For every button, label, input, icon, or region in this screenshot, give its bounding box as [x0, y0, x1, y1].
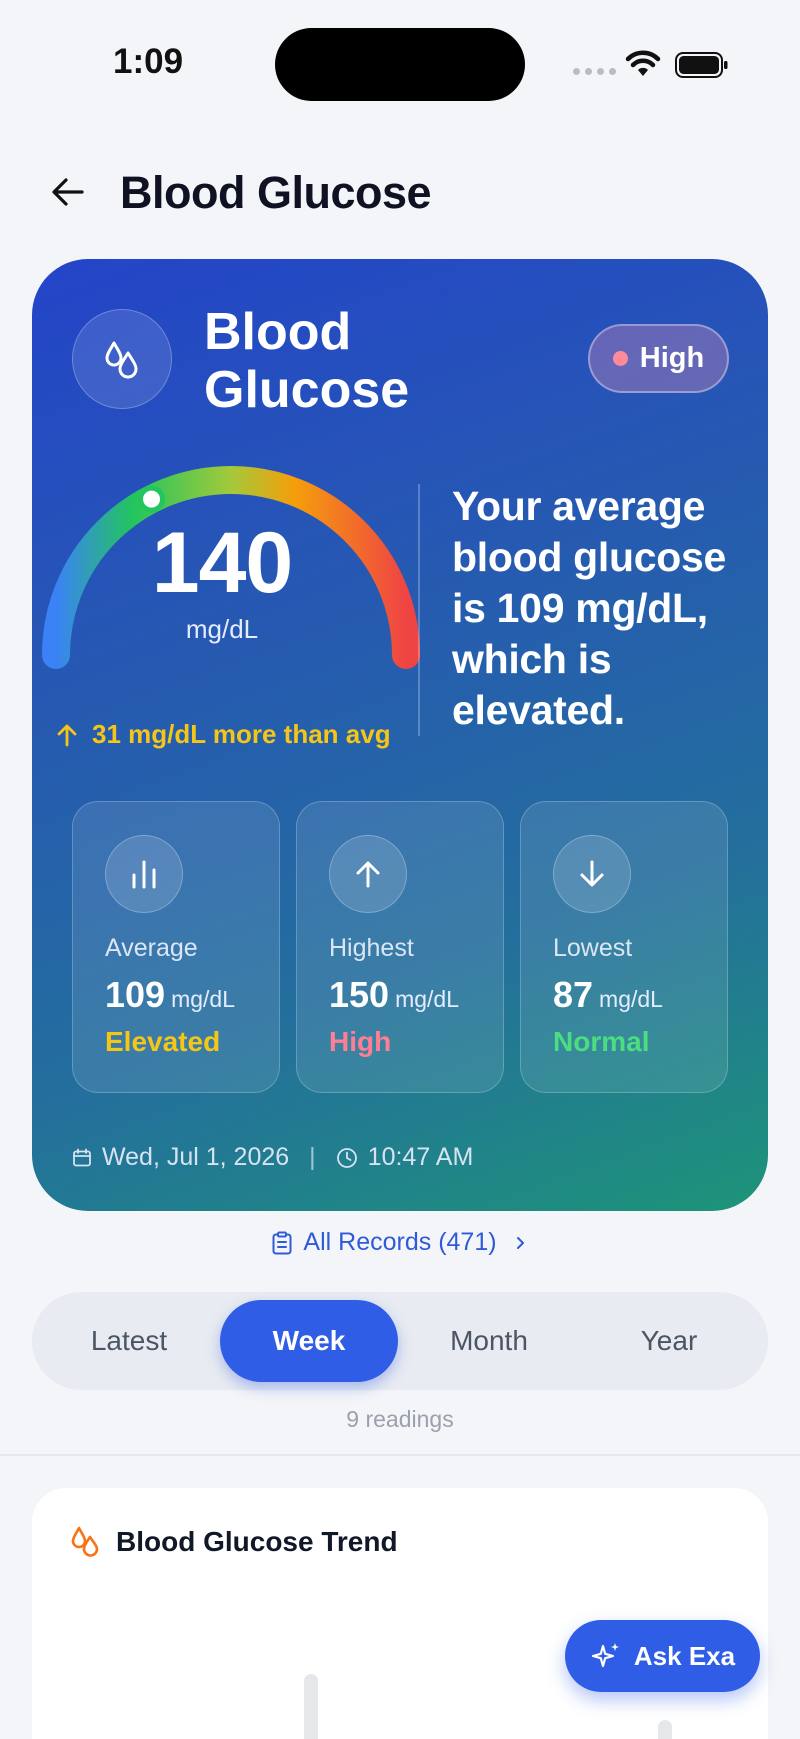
- stat-card-highest: Highest 150 mg/dL High: [296, 801, 504, 1093]
- current-glucose-value: 140: [151, 515, 294, 611]
- divider: [418, 484, 420, 736]
- arrow-up-icon: [57, 724, 77, 746]
- status-dot: [612, 351, 628, 366]
- current-glucose-unit: mg/dL: [185, 614, 259, 644]
- stat-value: 109: [105, 974, 166, 1015]
- trend-card: Blood Glucose Trend: [32, 1488, 768, 1739]
- stat-label: Highest: [329, 934, 414, 962]
- stat-value: 150: [329, 974, 390, 1015]
- tab-latest[interactable]: Latest: [40, 1300, 218, 1382]
- reading-timestamp: Wed, Jul 1, 2026 | 10:47 AM: [72, 1143, 473, 1172]
- stat-value: 87: [553, 974, 594, 1015]
- stat-card-average: Average 109 mg/dL Elevated: [72, 801, 280, 1093]
- stat-label: Lowest: [553, 934, 633, 962]
- arrow-down-icon-container: [553, 835, 631, 913]
- glucose-summary-card: Blood Glucose High 140 mg/dL 31 mg/dL mo…: [32, 259, 768, 1211]
- trend-bar: [304, 1674, 318, 1739]
- arrow-up-icon-container: [329, 835, 407, 913]
- arrow-up-icon: [356, 861, 380, 888]
- status-badge: High: [588, 324, 729, 393]
- sparkle-icon: [591, 1643, 619, 1668]
- all-records-link[interactable]: All Records (471): [0, 1228, 800, 1257]
- page-title: Blood Glucose: [120, 167, 432, 218]
- cellular-signal-icon: [573, 68, 616, 75]
- back-button[interactable]: [44, 168, 92, 216]
- reading-date: Wed, Jul 1, 2026: [102, 1143, 290, 1171]
- ask-exa-button[interactable]: Ask Exa: [565, 1620, 760, 1692]
- status-badge-label: High: [639, 342, 705, 374]
- stat-unit: mg/dL: [171, 986, 236, 1012]
- status-bar: 1:09: [0, 0, 800, 130]
- stat-label: Average: [105, 934, 198, 962]
- card-title: Blood Glucose: [204, 303, 410, 419]
- readings-count: 9 readings: [346, 1406, 454, 1432]
- tab-month[interactable]: Month: [400, 1300, 578, 1382]
- status-time: 1:09: [113, 42, 184, 81]
- section-divider: [0, 1454, 800, 1456]
- battery-icon: [675, 52, 728, 78]
- dynamic-island: [275, 28, 525, 101]
- chevron-right-icon: [516, 1236, 524, 1249]
- separator: |: [309, 1143, 316, 1171]
- wifi-icon: [625, 50, 661, 76]
- stat-status: High: [329, 1026, 392, 1057]
- stat-status: Elevated: [105, 1026, 221, 1057]
- drops-icon: [71, 1526, 99, 1557]
- bar-chart-icon: [132, 860, 156, 889]
- arrow-down-icon: [580, 860, 604, 887]
- all-records-label: All Records (471): [303, 1228, 497, 1256]
- arrow-left-icon: [52, 178, 84, 206]
- delta-text: 31 mg/dL more than avg: [92, 719, 391, 749]
- stat-unit: mg/dL: [395, 986, 460, 1012]
- reading-time: 10:47 AM: [367, 1143, 474, 1171]
- stat-card-lowest: Lowest 87 mg/dL Normal: [520, 801, 728, 1093]
- drops-icon-container: [72, 309, 172, 409]
- gauge-marker: [138, 485, 166, 513]
- clipboard-icon: [272, 1231, 292, 1254]
- stat-value-row: 87 mg/dL: [553, 974, 663, 1016]
- drops-icon: [105, 341, 138, 379]
- clock-icon: [336, 1147, 357, 1168]
- tab-year[interactable]: Year: [580, 1300, 758, 1382]
- stat-value-row: 150 mg/dL: [329, 974, 459, 1016]
- calendar-icon: [73, 1148, 91, 1166]
- delta-from-average: 31 mg/dL more than avg: [56, 719, 391, 750]
- stat-unit: mg/dL: [599, 986, 663, 1012]
- tab-week[interactable]: Week: [220, 1300, 398, 1382]
- trend-bar: [658, 1720, 672, 1739]
- ask-exa-label: Ask Exa: [633, 1640, 736, 1671]
- stat-status: Normal: [553, 1026, 650, 1057]
- stat-value-row: 109 mg/dL: [105, 974, 235, 1016]
- bar-chart-icon-container: [105, 835, 183, 913]
- time-range-tabs: Latest Week Month Year: [32, 1292, 768, 1390]
- trend-title: Blood Glucose Trend: [116, 1526, 398, 1557]
- summary-text: Your average blood glucose is 109 mg/dL,…: [452, 483, 726, 733]
